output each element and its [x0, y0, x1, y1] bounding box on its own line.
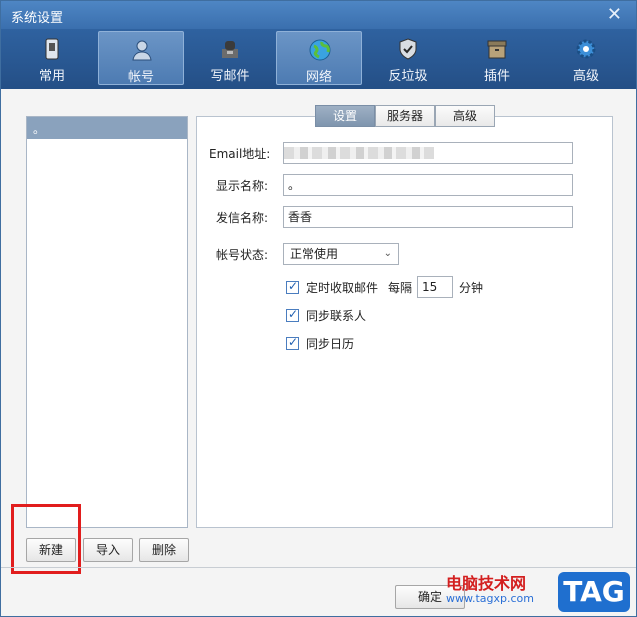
account-status-select[interactable]: 正常使用 ⌄: [283, 243, 399, 265]
footer-divider: [1, 567, 636, 568]
window-title: 系统设置: [11, 11, 64, 26]
write-mail-icon: [222, 41, 238, 58]
toolbar-item-account[interactable]: 帐号: [98, 31, 184, 85]
email-redacted: [284, 147, 434, 159]
delete-button[interactable]: 删除: [139, 538, 189, 562]
category-toolbar: 常用 帐号 写邮件 网络 反垃圾 插件 高级: [1, 29, 636, 90]
account-status-label: 帐号状态:: [216, 248, 269, 262]
toolbar-label: 帐号: [127, 70, 154, 85]
minutes-label: 分钟: [459, 281, 484, 295]
account-status-value: 正常使用: [290, 247, 339, 261]
toolbar-item-advanced[interactable]: 高级: [543, 31, 629, 85]
tab-settings[interactable]: 设置: [315, 105, 375, 127]
highlight-box: [11, 504, 81, 574]
every-label: 每隔: [388, 281, 413, 295]
watermark-title: 电脑技术网: [446, 574, 527, 593]
timed-receive-label: 定时收取邮件: [306, 281, 379, 295]
gear-icon: [576, 39, 596, 59]
import-button[interactable]: 导入: [83, 538, 133, 562]
toolbar-label: 网络: [305, 70, 332, 85]
toolbar-item-plugins[interactable]: 插件: [454, 31, 540, 85]
watermark: 电脑技术网 www.tagxp.com TAG: [436, 570, 636, 616]
phone-icon: [45, 38, 59, 60]
close-icon[interactable]: ✕: [607, 4, 622, 25]
watermark-url: www.tagxp.com: [446, 592, 534, 605]
toolbar-label: 反垃圾: [388, 69, 428, 84]
user-icon: [132, 40, 152, 61]
sender-name-label: 发信名称:: [216, 211, 269, 225]
account-list[interactable]: 。: [26, 116, 188, 528]
tab-advanced[interactable]: 高级: [435, 105, 495, 127]
shield-icon: [399, 38, 417, 60]
settings-window: 系统设置 ✕ 常用 帐号 写邮件 网络 反垃圾 插件 高级 。 新建 导入 删除…: [0, 0, 637, 617]
toolbar-item-compose[interactable]: 写邮件: [187, 31, 273, 85]
toolbar-label: 写邮件: [210, 69, 250, 84]
toolbar-label: 插件: [483, 69, 510, 84]
toolbar-item-general[interactable]: 常用: [9, 31, 95, 85]
toolbar-label: 高级: [572, 69, 599, 84]
toolbar-item-antispam[interactable]: 反垃圾: [365, 31, 451, 85]
account-name: 。: [33, 122, 46, 136]
sender-name-field[interactable]: 香香: [283, 206, 573, 228]
title-bar: 系统设置 ✕: [1, 1, 636, 29]
toolbar-item-network[interactable]: 网络: [276, 31, 362, 85]
sync-calendar-label: 同步日历: [306, 337, 355, 351]
toolbar-label: 常用: [38, 69, 65, 84]
sync-calendar-checkbox[interactable]: [286, 335, 299, 350]
tab-server[interactable]: 服务器: [375, 105, 435, 127]
email-field[interactable]: [283, 142, 573, 164]
interval-input[interactable]: 15: [417, 276, 453, 298]
sync-contacts-label: 同步联系人: [306, 309, 367, 323]
account-list-item[interactable]: 。: [27, 117, 187, 139]
sync-contacts-checkbox[interactable]: [286, 307, 299, 322]
globe-icon: [309, 39, 331, 61]
display-name-label: 显示名称:: [216, 179, 269, 193]
email-label: Email地址:: [209, 147, 271, 161]
content-area: 。 新建 导入 删除 设置 服务器 高级 Email地址: 显示名称: 。 发信…: [1, 89, 636, 616]
chevron-down-icon: ⌄: [383, 248, 392, 259]
plugin-icon: [487, 40, 507, 59]
timed-receive-checkbox[interactable]: [286, 279, 299, 294]
watermark-badge: TAG: [558, 572, 630, 612]
display-name-field[interactable]: 。: [283, 174, 573, 196]
